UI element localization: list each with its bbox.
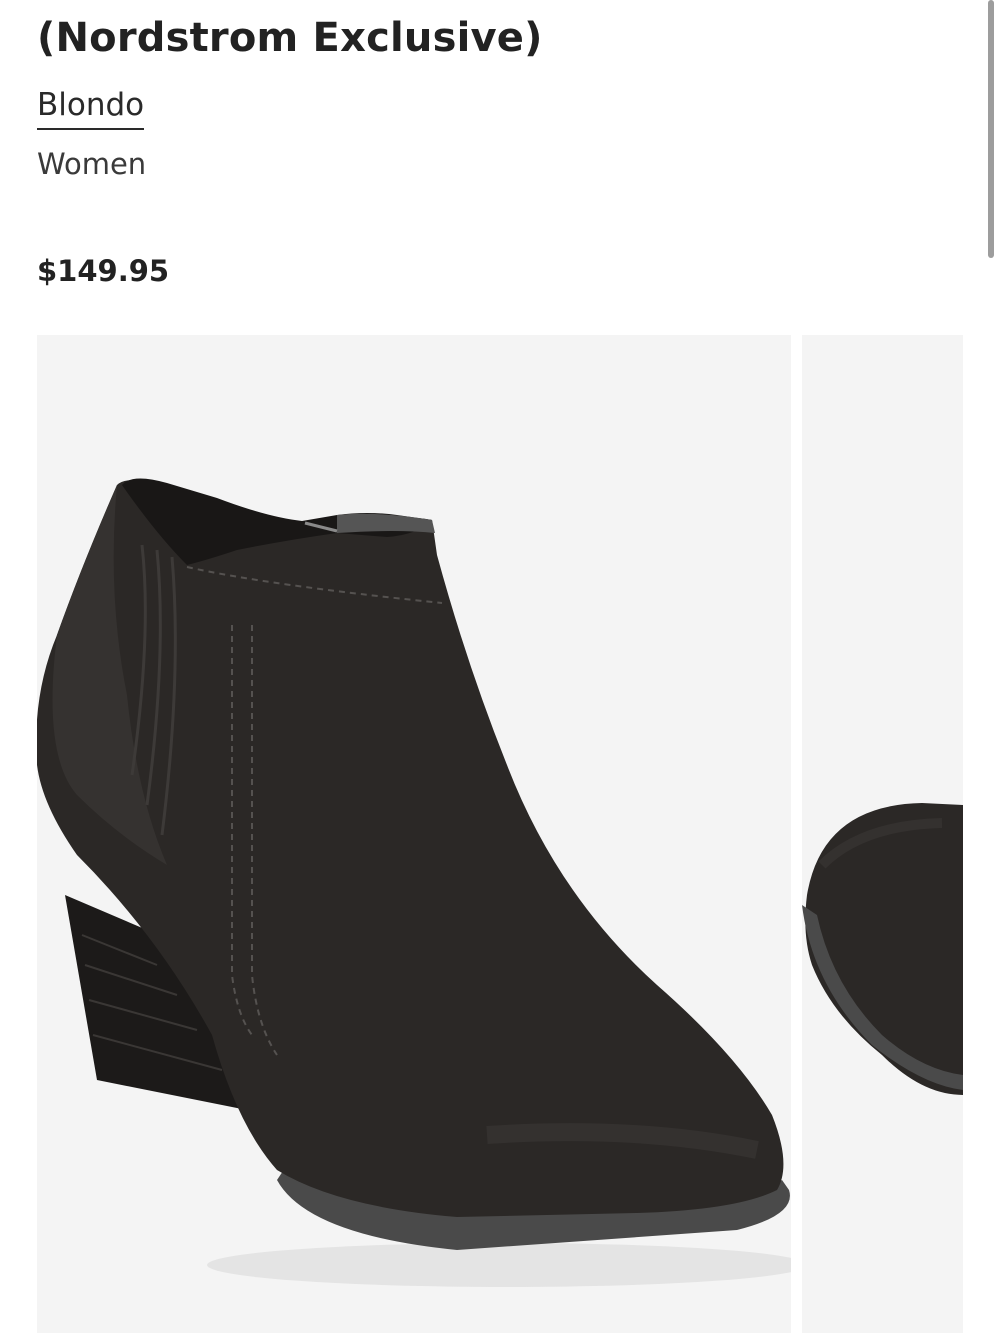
product-price: $149.95 (37, 254, 170, 288)
product-image-next[interactable] (802, 335, 963, 1333)
product-page: (Nordstrom Exclusive) Blondo Women $149.… (0, 0, 1000, 1333)
page-scrollbar[interactable] (988, 0, 994, 258)
boot-toe-image (802, 335, 963, 1333)
brand-link[interactable]: Blondo (37, 84, 145, 130)
product-image-main[interactable] (37, 335, 791, 1333)
product-image-carousel[interactable] (37, 335, 963, 1333)
boot-side-image (37, 335, 791, 1333)
product-title: (Nordstrom Exclusive) (37, 15, 543, 61)
product-category: Women (37, 147, 147, 181)
